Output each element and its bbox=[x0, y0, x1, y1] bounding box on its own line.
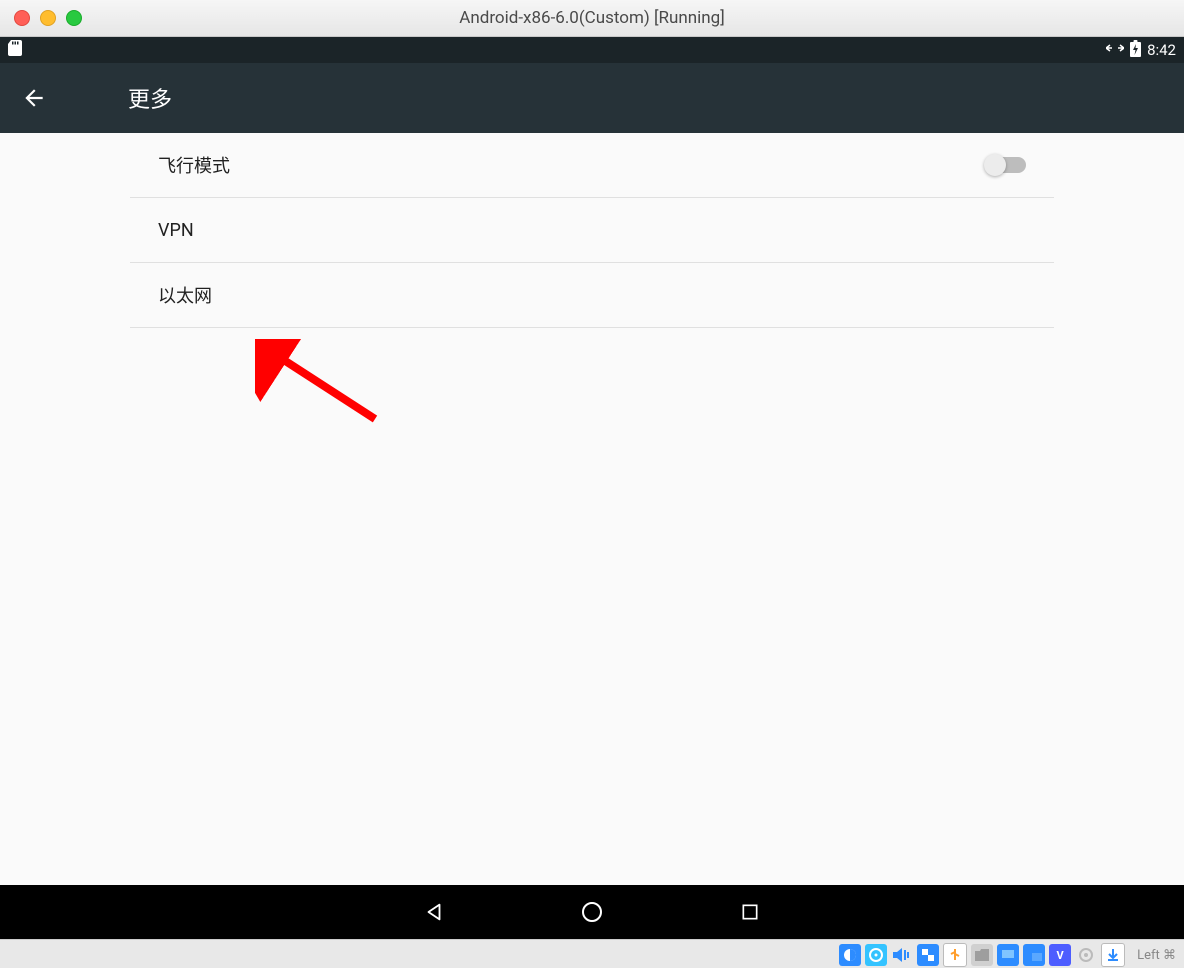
tray-usb-icon[interactable] bbox=[943, 943, 967, 967]
nav-home-button[interactable] bbox=[578, 898, 606, 926]
tray-app-icon[interactable] bbox=[839, 944, 861, 966]
android-navbar bbox=[0, 885, 1184, 939]
tray-settings-icon[interactable] bbox=[1075, 944, 1097, 966]
vpn-row[interactable]: VPN bbox=[130, 198, 1054, 263]
zoom-window-button[interactable] bbox=[66, 10, 82, 26]
battery-charging-icon bbox=[1130, 40, 1141, 61]
host-key-indicator: Left ⌘ bbox=[1137, 948, 1176, 963]
network-activity-icon bbox=[1106, 42, 1124, 58]
close-window-button[interactable] bbox=[14, 10, 30, 26]
airplane-mode-label: 飞行模式 bbox=[158, 152, 230, 178]
nav-back-button[interactable] bbox=[420, 898, 448, 926]
status-time: 8:42 bbox=[1147, 41, 1176, 59]
tray-folder-icon[interactable] bbox=[971, 944, 993, 966]
sdcard-icon bbox=[8, 40, 22, 60]
mac-titlebar: Android-x86-6.0(Custom) [Running] bbox=[0, 0, 1184, 37]
vm-screen: 8:42 更多 飞行模式 VPN 以太网 bbox=[0, 37, 1184, 939]
host-taskbar: V Left ⌘ bbox=[0, 939, 1184, 968]
tray-disc-icon[interactable] bbox=[865, 944, 887, 966]
ethernet-row[interactable]: 以太网 bbox=[130, 263, 1054, 328]
android-statusbar: 8:42 bbox=[0, 37, 1184, 63]
tray-capture-icon[interactable] bbox=[1023, 944, 1045, 966]
window-title: Android-x86-6.0(Custom) [Running] bbox=[0, 8, 1184, 28]
settings-list: 飞行模式 VPN 以太网 bbox=[0, 133, 1184, 885]
page-title: 更多 bbox=[128, 82, 172, 114]
minimize-window-button[interactable] bbox=[40, 10, 56, 26]
android-appbar: 更多 bbox=[0, 63, 1184, 133]
toggle-knob bbox=[984, 154, 1006, 176]
ethernet-label: 以太网 bbox=[158, 282, 212, 308]
nav-recents-button[interactable] bbox=[736, 898, 764, 926]
tray-display-icon[interactable] bbox=[997, 944, 1019, 966]
tray-vbox-icon[interactable]: V bbox=[1049, 944, 1071, 966]
traffic-lights bbox=[0, 10, 82, 26]
tray-network-icon[interactable] bbox=[917, 944, 939, 966]
vpn-label: VPN bbox=[158, 220, 194, 241]
back-button[interactable] bbox=[20, 84, 48, 112]
tray-audio-icon[interactable] bbox=[891, 944, 913, 966]
airplane-mode-row[interactable]: 飞行模式 bbox=[130, 133, 1054, 198]
tray-download-icon[interactable] bbox=[1101, 943, 1125, 967]
airplane-mode-toggle[interactable] bbox=[986, 157, 1026, 173]
